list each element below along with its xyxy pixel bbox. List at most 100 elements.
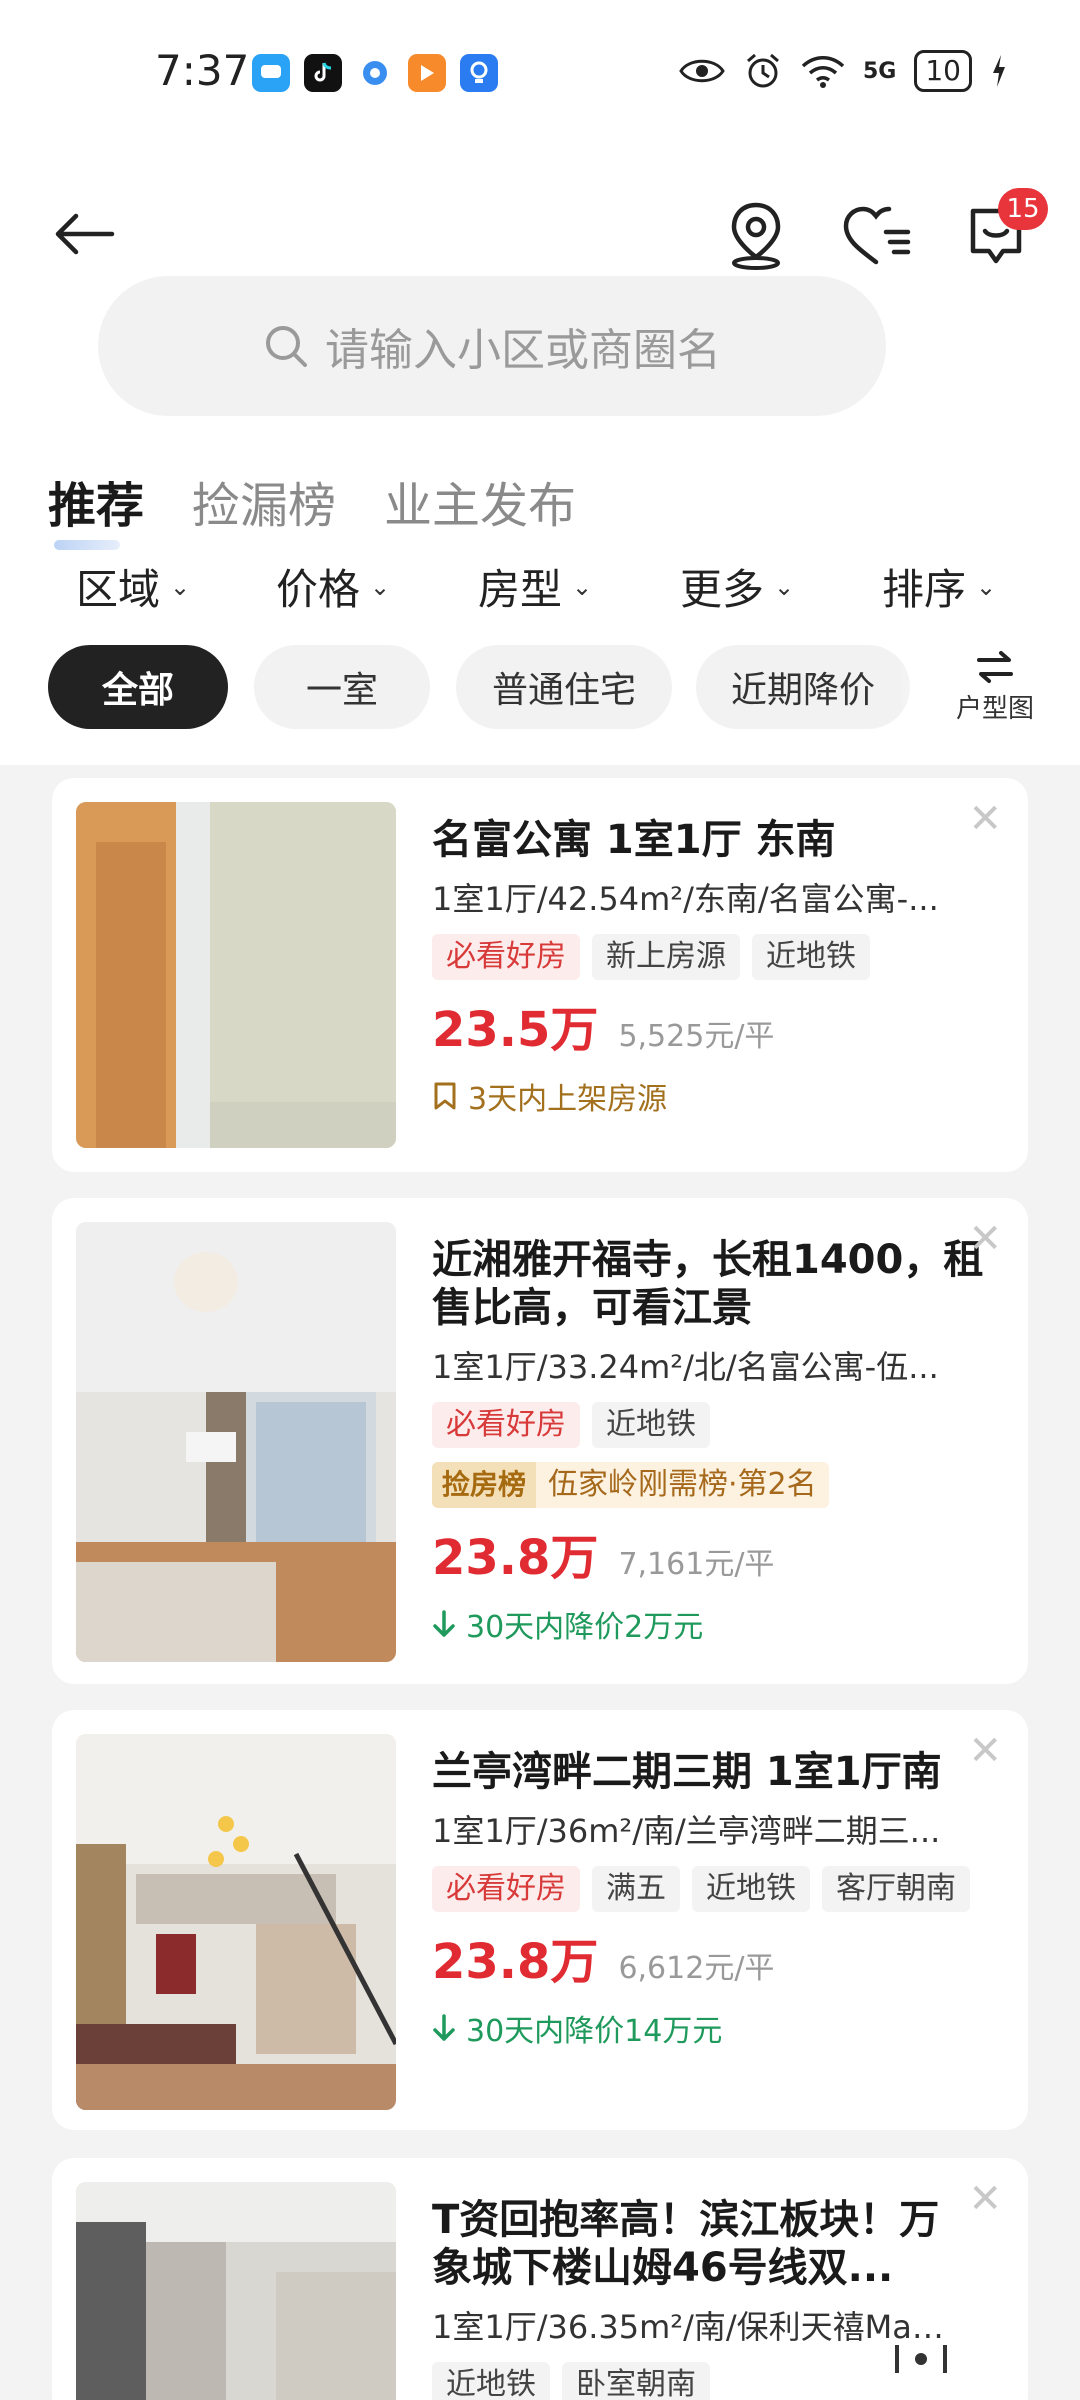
status-time: 7:37	[155, 46, 250, 95]
listing-photo	[76, 2182, 396, 2400]
filter-label: 房型	[478, 565, 563, 614]
listing-card[interactable]: 名富公寓 1室1厅 东南 1室1厅/42.54m²/东南/名富公寓-... 必看…	[52, 778, 1028, 1172]
chip-one-room[interactable]: 一室	[254, 645, 430, 729]
charging-icon	[993, 55, 1005, 87]
floorplan-label: 户型图	[955, 693, 1034, 724]
listing-photo	[76, 1734, 396, 2110]
chip-price-drop[interactable]: 近期降价	[696, 645, 910, 729]
bookmark-icon	[434, 1082, 456, 1110]
listing-title: 名富公寓 1室1厅 东南	[432, 817, 836, 863]
listing-card[interactable]: T资回抱率高！滨江板块！万象城下楼山姆46号线双... 1室1厅/36.35m²…	[52, 2158, 1028, 2400]
status-right: 5G 10	[679, 50, 1008, 92]
favorites-button[interactable]	[838, 198, 914, 274]
message-icon	[252, 54, 290, 92]
chip-regular-housing[interactable]: 普通住宅	[456, 645, 672, 729]
ranking-text: 伍家岭刚需榜·第2名	[536, 1462, 829, 1508]
listing-unit-price: 5,525元/平	[618, 1019, 775, 1054]
heart-list-icon	[843, 206, 911, 265]
notification-icons	[252, 54, 498, 92]
filter-label: 排序	[882, 565, 967, 614]
filter-area[interactable]: 区域 ⌄	[76, 556, 190, 617]
note-text: 30天内降价14万元	[466, 2014, 723, 2049]
tab-owner-listings[interactable]: 业主发布	[384, 466, 576, 536]
listing-title: T资回抱率高！滨江板块！万象城下楼山姆46号线双...	[432, 2197, 940, 2291]
listing-photo	[76, 1222, 396, 1662]
price-row: 23.8万 7,161元/平	[432, 1518, 992, 1588]
listing-photo	[76, 802, 396, 1148]
tag: 卧室朝南	[562, 2362, 710, 2400]
filter-price[interactable]: 价格 ⌄	[276, 556, 390, 617]
listing-subtitle: 1室1厅/36.35m²/南/保利天禧Mall...	[432, 2308, 952, 2346]
filter-label: 更多	[680, 565, 765, 614]
tag: 客厅朝南	[822, 1866, 970, 1912]
filter-layout[interactable]: 房型 ⌄	[478, 556, 592, 617]
listing-card[interactable]: 近湘雅开福寺，长租1400，租售比高，可看江景 1室1厅/33.24m²/北/名…	[52, 1198, 1028, 1684]
listing-unit-price: 7,161元/平	[618, 1547, 775, 1582]
floorplan-button[interactable]: 户型图	[940, 642, 1050, 732]
tab-bar: 推荐 捡漏榜 业主发布	[48, 466, 576, 550]
browser-icon	[356, 54, 394, 92]
listing-info: 名富公寓 1室1厅 东南 1室1厅/42.54m²/东南/名富公寓-... 必看…	[432, 816, 992, 1118]
chip-label: 全部	[101, 670, 174, 711]
tag: 近地铁	[432, 2362, 550, 2400]
bulb-icon	[460, 54, 498, 92]
note-text: 30天内降价2万元	[466, 1610, 704, 1645]
listing-price: 23.5万	[432, 1002, 599, 1058]
tab-bargain-list[interactable]: 捡漏榜	[192, 466, 336, 536]
back-button[interactable]	[48, 198, 120, 270]
tab-recommended[interactable]: 推荐	[48, 466, 145, 550]
tag-must-see: 必看好房	[432, 934, 580, 980]
swap-arrows-icon	[977, 650, 1013, 683]
listing-title: 近湘雅开福寺，长租1400，租售比高，可看江景	[432, 1237, 984, 1331]
listing-note: 30天内降价2万元	[432, 1602, 992, 1646]
ranking-label: 捡房榜	[432, 1462, 537, 1508]
tag: 满五	[592, 1866, 680, 1912]
message-count-badge: 15	[998, 188, 1048, 230]
filter-bar: 区域 ⌄ 价格 ⌄ 房型 ⌄ 更多 ⌄ 排序 ⌄	[0, 556, 1080, 620]
battery-level: 10	[914, 50, 972, 92]
ranking-badge[interactable]: 捡房榜 伍家岭刚需榜·第2名	[432, 1462, 992, 1508]
search-icon	[266, 326, 307, 367]
listing-info: 近湘雅开福寺，长租1400，租售比高，可看江景 1室1厅/33.24m²/北/名…	[432, 1236, 992, 1646]
scroll-indicator-icon	[886, 2334, 956, 2384]
alarm-icon	[747, 53, 779, 88]
listing-price: 23.8万	[432, 1530, 599, 1586]
note-text: 3天内上架房源	[468, 1082, 668, 1117]
chevron-down-icon: ⌄	[572, 572, 593, 601]
search-input[interactable]: 请输入小区或商圈名	[98, 276, 886, 416]
chevron-down-icon: ⌄	[774, 572, 795, 601]
video-icon	[408, 54, 446, 92]
listing-title: 兰亭湾畔二期三期 1室1厅南	[432, 1749, 942, 1795]
tag: 新上房源	[592, 934, 740, 980]
listing-tags: 必看好房 新上房源 近地铁	[432, 934, 992, 980]
tab-label: 业主发布	[384, 478, 577, 534]
listing-note: 3天内上架房源	[432, 1074, 992, 1118]
tag: 近地铁	[692, 1866, 810, 1912]
chip-label: 普通住宅	[491, 670, 636, 711]
status-bar: 7:37 5G 10	[0, 40, 1080, 106]
chip-all[interactable]: 全部	[48, 645, 228, 729]
dismiss-listing-button[interactable]: ✕	[968, 796, 1002, 842]
listing-unit-price: 6,612元/平	[618, 1951, 775, 1986]
wifi-icon	[801, 56, 845, 88]
listing-tags: 必看好房 满五 近地铁 客厅朝南	[432, 1866, 992, 1912]
filter-more[interactable]: 更多 ⌄	[680, 556, 794, 617]
dismiss-listing-button[interactable]: ✕	[968, 1216, 1002, 1262]
tag: 近地铁	[592, 1402, 710, 1448]
price-row: 23.5万 5,525元/平	[432, 990, 992, 1060]
filter-sort[interactable]: 排序 ⌄	[882, 556, 996, 617]
listing-card[interactable]: 兰亭湾畔二期三期 1室1厅南 1室1厅/36m²/南/兰亭湾畔二期三... 必看…	[52, 1710, 1028, 2130]
map-location-button[interactable]	[718, 198, 794, 274]
filter-label: 区域	[76, 565, 161, 614]
tag-must-see: 必看好房	[432, 1866, 580, 1912]
dismiss-listing-button[interactable]: ✕	[968, 2176, 1002, 2222]
location-pin-icon	[731, 202, 781, 270]
messages-button[interactable]: 15	[958, 188, 1048, 274]
tab-label: 推荐	[48, 478, 145, 534]
eye-icon	[679, 59, 725, 83]
listing-subtitle: 1室1厅/33.24m²/北/名富公寓-伍...	[432, 1348, 939, 1386]
chip-label: 近期降价	[730, 670, 875, 711]
dismiss-listing-button[interactable]: ✕	[968, 1728, 1002, 1774]
back-arrow-icon	[55, 213, 115, 255]
chip-label: 一室	[305, 670, 378, 711]
